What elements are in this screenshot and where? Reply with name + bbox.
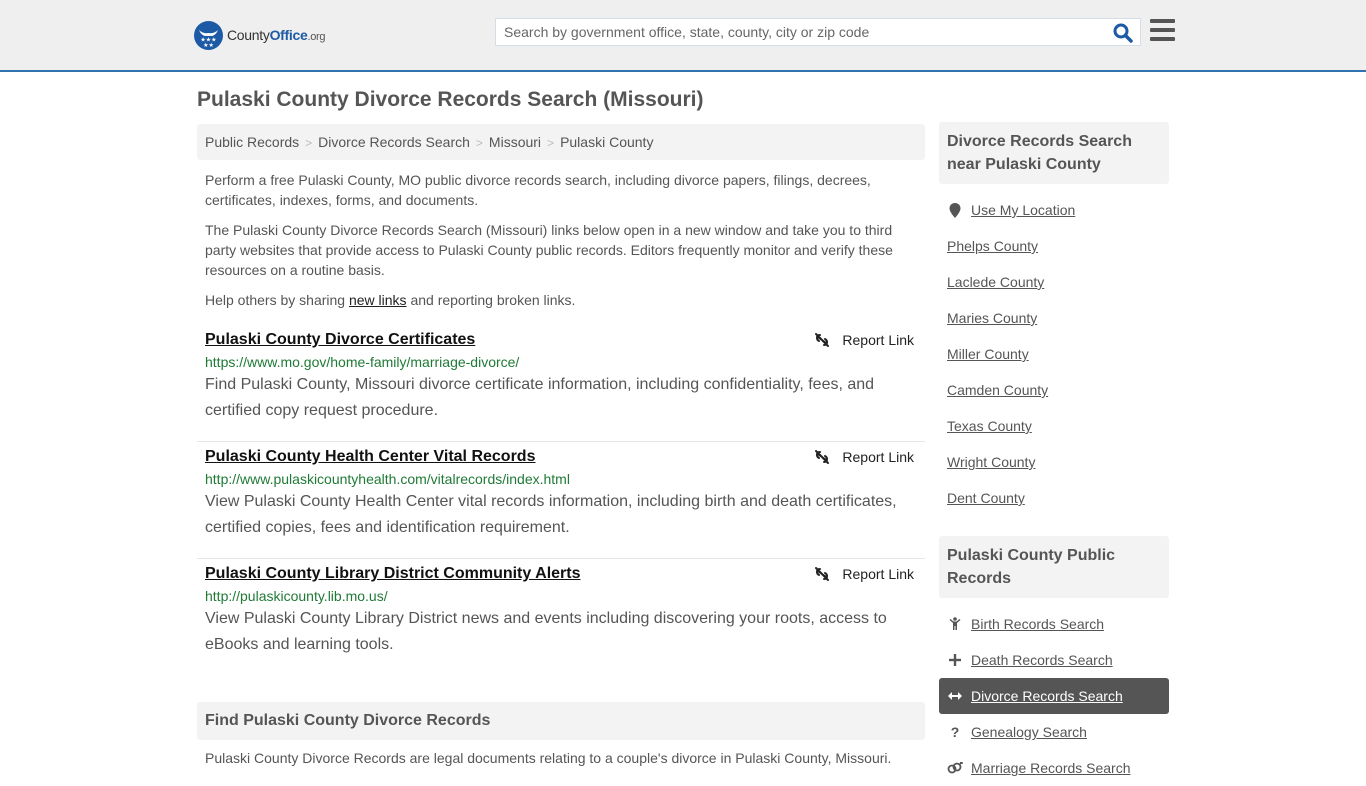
link-description: View Pulaski County Library District new… — [205, 610, 887, 653]
link-url: https://www.mo.gov/home-family/marriage-… — [205, 354, 520, 370]
intro-paragraph-2: The Pulaski County Divorce Records Searc… — [205, 222, 893, 278]
broken-link-icon — [815, 450, 830, 464]
use-my-location-link[interactable]: Use My Location — [971, 202, 1075, 218]
breadcrumb: Public Records > Divorce Records Search > Mi… — [197, 124, 925, 160]
map-marker-icon — [947, 202, 963, 218]
use-my-location-item[interactable]: Use My Location — [939, 192, 1169, 228]
site-logo[interactable]: ★★★ ★★ CountyOffice.org — [194, 20, 326, 50]
logo-text: CountyOffice.org — [227, 27, 326, 43]
eagle-logo-icon: ★★★ ★★ — [194, 20, 223, 50]
public-records-list: Birth Records Search Death Records Searc… — [939, 606, 1169, 786]
search-icon[interactable] — [1112, 22, 1134, 44]
nearby-county-list: Use My Location Phelps County Laclede Co… — [939, 192, 1169, 516]
link-item: Pulaski County Divorce Certificates Repo… — [197, 325, 925, 442]
link-title[interactable]: Pulaski County Health Center Vital Recor… — [205, 448, 535, 466]
nearby-heading: Divorce Records Search near Pulaski Coun… — [939, 122, 1169, 184]
find-records-heading: Find Pulaski County Divorce Records — [197, 702, 925, 740]
menu-bar — [1150, 28, 1175, 32]
arrows-horizontal-icon — [947, 691, 963, 701]
link-description: Find Pulaski County, Missouri divorce ce… — [205, 376, 875, 419]
marriage-icon — [947, 762, 963, 774]
breadcrumb-public-records[interactable]: Public Records — [205, 134, 299, 150]
breadcrumb-divorce-records-search[interactable]: Divorce Records Search — [318, 134, 470, 150]
find-records-text: Pulaski County Divorce Records are legal… — [205, 750, 892, 766]
breadcrumb-separator: > — [475, 136, 483, 150]
sidebar: Divorce Records Search near Pulaski Coun… — [939, 122, 1169, 786]
menu-bar — [1150, 37, 1175, 41]
nearby-county-laclede[interactable]: Laclede County — [939, 264, 1169, 300]
public-records-heading: Pulaski County Public Records — [939, 536, 1169, 598]
intro-text: Perform a free Pulaski County, MO public… — [205, 170, 920, 320]
nearby-county-miller[interactable]: Miller County — [939, 336, 1169, 372]
link-item: Pulaski County Library District Communit… — [197, 559, 925, 676]
breadcrumb-pulaski-county[interactable]: Pulaski County — [560, 134, 653, 150]
report-link-button[interactable]: Report Link — [814, 449, 914, 465]
question-icon: ? — [950, 724, 960, 740]
link-description: View Pulaski County Health Center vital … — [205, 493, 897, 536]
new-links-link[interactable]: new links — [349, 292, 407, 308]
sidebar-item-birth-records[interactable]: Birth Records Search — [939, 606, 1169, 642]
report-link-button[interactable]: Report Link — [814, 566, 914, 582]
search-box — [495, 18, 1141, 46]
nearby-county-dent[interactable]: Dent County — [939, 480, 1169, 516]
top-header: ★★★ ★★ CountyOffice.org — [0, 0, 1366, 72]
sidebar-item-marriage-records[interactable]: Marriage Records Search — [939, 750, 1169, 786]
child-icon — [947, 617, 963, 631]
menu-bar — [1150, 19, 1175, 23]
nearby-county-phelps[interactable]: Phelps County — [939, 228, 1169, 264]
link-title[interactable]: Pulaski County Divorce Certificates — [205, 331, 475, 349]
link-title[interactable]: Pulaski County Library District Communit… — [205, 565, 580, 583]
page-title: Pulaski County Divorce Records Search (M… — [197, 88, 704, 111]
link-url: http://pulaskicounty.lib.mo.us/ — [205, 588, 388, 604]
search-input[interactable] — [496, 19, 1096, 45]
plus-icon — [947, 654, 963, 666]
nearby-county-texas[interactable]: Texas County — [939, 408, 1169, 444]
link-url: http://www.pulaskicountyhealth.com/vital… — [205, 471, 570, 487]
svg-text:★★: ★★ — [203, 42, 214, 49]
sidebar-item-death-records[interactable]: Death Records Search — [939, 642, 1169, 678]
breadcrumb-separator: > — [547, 136, 555, 150]
nearby-county-maries[interactable]: Maries County — [939, 300, 1169, 336]
resource-links-list: Pulaski County Divorce Certificates Repo… — [197, 325, 925, 676]
nearby-county-wright[interactable]: Wright County — [939, 444, 1169, 480]
intro-paragraph-1: Perform a free Pulaski County, MO public… — [205, 172, 871, 208]
broken-link-icon — [815, 333, 830, 347]
nearby-county-camden[interactable]: Camden County — [939, 372, 1169, 408]
sidebar-item-genealogy[interactable]: ? Genealogy Search — [939, 714, 1169, 750]
report-link-button[interactable]: Report Link — [814, 332, 914, 348]
intro-paragraph-3: Help others by sharing new links and rep… — [205, 292, 576, 308]
link-item: Pulaski County Health Center Vital Recor… — [197, 442, 925, 559]
hamburger-menu-icon[interactable] — [1150, 19, 1175, 43]
sidebar-item-divorce-records[interactable]: Divorce Records Search — [939, 678, 1169, 714]
breadcrumb-separator: > — [305, 136, 313, 150]
broken-link-icon — [815, 567, 830, 581]
breadcrumb-missouri[interactable]: Missouri — [489, 134, 541, 150]
